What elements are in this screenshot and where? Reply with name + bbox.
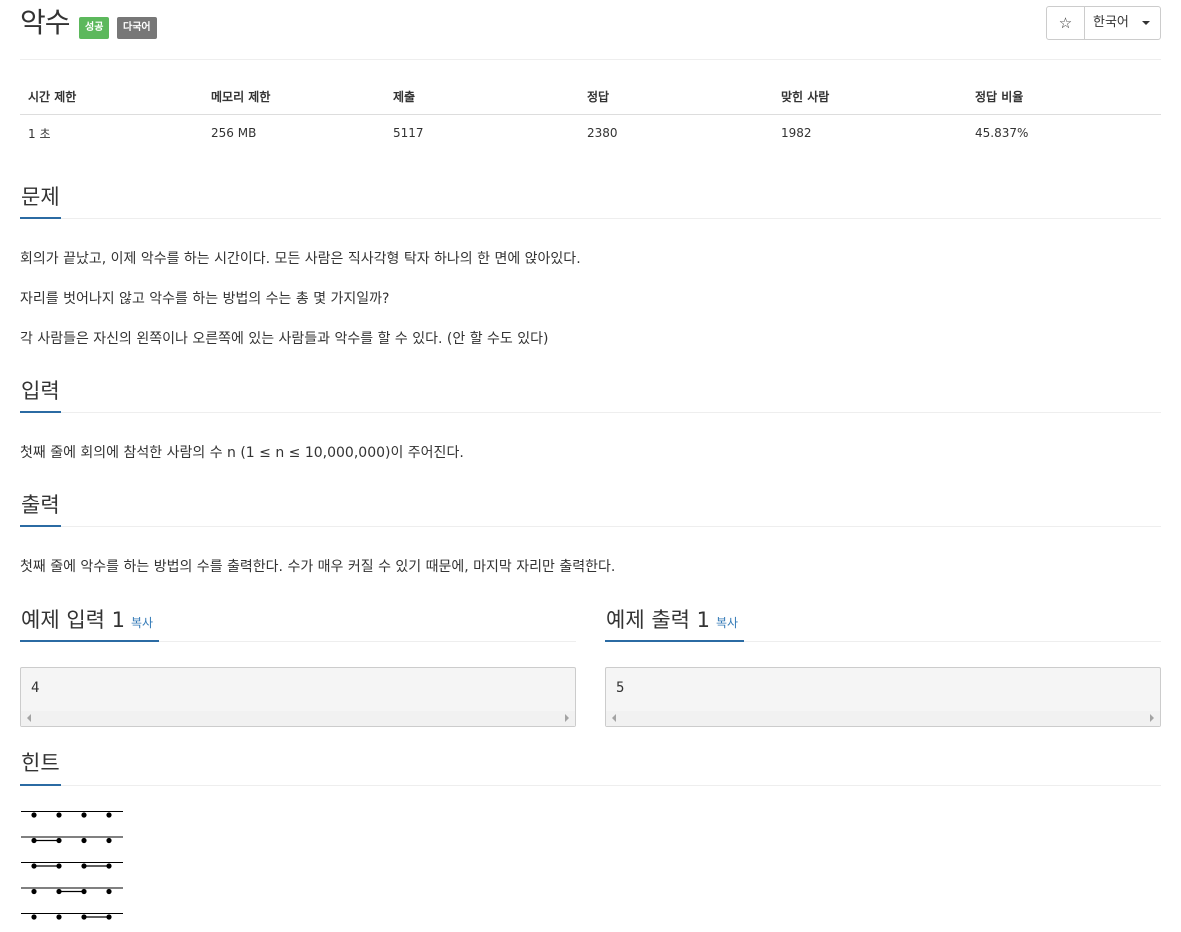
copy-input-button[interactable]: 복사 [131,616,153,630]
hint-row [21,913,123,920]
table-header-row: 시간 제한 메모리 제한 제출 정답 맞힌 사람 정답 비율 [20,78,1161,115]
header-memory-limit: 메모리 제한 [203,78,385,115]
person-dot [56,812,62,818]
header-solved-users: 맞힌 사람 [773,78,967,115]
language-label: 한국어 [1093,15,1129,30]
scroll-left-icon[interactable] [27,714,31,722]
sample-input-box[interactable]: 4 [20,667,576,727]
hint-row [21,836,123,844]
scroll-right-icon[interactable] [1150,714,1154,722]
person-dot [106,888,112,895]
person-dot [106,812,112,818]
person-dot [31,863,37,869]
output-description: 첫째 줄에 악수를 하는 방법의 수를 출력한다. 수가 매우 커질 수 있기 … [20,559,616,575]
hint-row [21,811,123,818]
person-dot [81,812,87,818]
horizontal-scrollbar[interactable] [21,711,575,726]
section-underline [20,411,61,413]
cell-solved-users[interactable]: 1982 [773,115,967,152]
output-heading: 출력 [21,493,60,517]
person-dot [56,863,62,869]
person-dot [81,837,87,844]
hint-row [21,887,123,895]
sample-output-value: 5 [616,680,625,696]
header-time-limit: 시간 제한 [20,78,203,115]
person-dot [31,812,37,818]
section-divider [20,785,1161,786]
star-icon[interactable]: ☆ [1047,7,1085,39]
scroll-left-icon[interactable] [612,714,616,722]
multilang-badge: 다국어 [117,17,157,39]
sample-output-box[interactable]: 5 [605,667,1161,727]
hint-heading: 힌트 [21,751,60,775]
hint-row [21,862,123,869]
section-divider [20,218,1161,219]
sample-output-title: 예제 출력 1 [606,608,710,632]
person-dot [81,863,87,869]
section-underline [605,640,744,642]
problem-heading: 문제 [21,185,60,209]
header-accept-ratio: 정답 비율 [967,78,1161,115]
header-accepted: 정답 [579,78,773,115]
problem-paragraph-2: 자리를 벗어나지 않고 악수를 하는 방법의 수는 총 몇 가지일까? [20,291,390,307]
page-title: 악수 [20,6,71,39]
cell-accept-ratio: 45.837% [975,126,1029,140]
input-heading: 입력 [21,379,60,403]
section-divider [20,412,1161,413]
cell-submissions[interactable]: 5117 [385,115,579,152]
section-underline [20,217,61,219]
person-dot [31,888,37,895]
person-dot [81,888,87,895]
sample-input-value: 4 [31,680,40,696]
status-badge-success: 성공 [79,17,110,39]
section-underline [20,640,159,642]
caret-down-icon [1142,21,1150,25]
horizontal-scrollbar[interactable] [606,711,1160,726]
person-dot [106,914,112,920]
cell-accepted: 2380 [587,126,618,140]
problem-info-table: 시간 제한 메모리 제한 제출 정답 맞힌 사람 정답 비율 1 초 256 M… [20,78,1161,151]
problem-paragraph-1: 회의가 끝났고, 이제 악수를 하는 시간이다. 모든 사람은 직사각형 탁자 … [20,251,581,267]
person-dot [31,837,37,844]
person-dot [56,888,62,895]
person-dot [81,914,87,920]
person-dot [106,837,112,844]
sample-output-heading: 예제 출력 1 복사 [606,605,738,638]
section-divider [20,526,1161,527]
cell-time-limit: 1 초 [28,126,51,141]
person-dot [106,863,112,869]
person-dot [56,914,62,920]
person-dot [56,837,62,844]
problem-paragraph-3: 각 사람들은 자신의 왼쪽이나 오른쪽에 있는 사람들과 악수를 할 수 있다.… [20,331,549,347]
copy-output-button[interactable]: 복사 [716,616,738,630]
language-dropdown[interactable]: 한국어 [1085,7,1160,39]
person-dot [31,914,37,920]
sample-input-heading: 예제 입력 1 복사 [21,605,153,638]
section-underline [20,784,61,786]
header-submissions: 제출 [385,78,579,115]
table-row: 1 초 256 MB 5117 2380 1982 45.837% [20,115,1161,152]
header-button-group: ☆ 한국어 [1046,6,1161,40]
input-description: 첫째 줄에 회의에 참석한 사람의 수 n (1 ≤ n ≤ 10,000,00… [20,445,464,461]
sample-input-title: 예제 입력 1 [21,608,125,632]
divider [20,59,1161,60]
cell-memory-limit: 256 MB [211,126,257,140]
scroll-right-icon[interactable] [565,714,569,722]
section-underline [20,525,61,527]
hint-handshake-diagram [21,811,123,920]
